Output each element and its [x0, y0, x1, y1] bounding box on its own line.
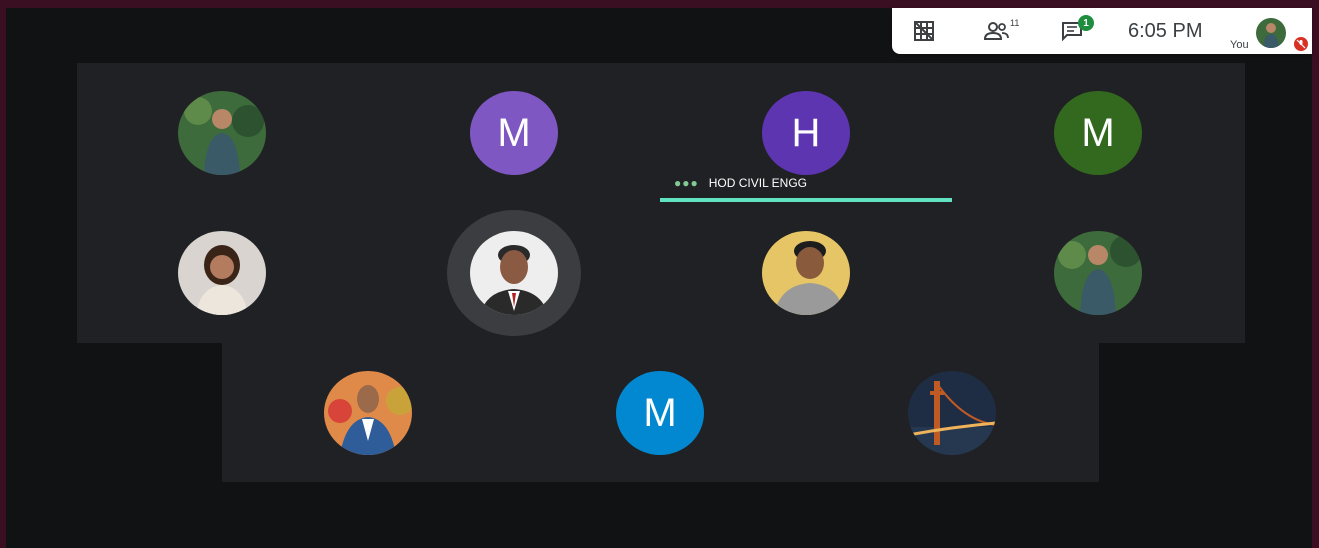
participant-avatar-photo[interactable]	[1054, 231, 1142, 315]
self-mic-status	[1294, 37, 1308, 51]
meeting-clock: 6:05 PM	[1128, 8, 1202, 54]
speaker-name-label: ●●● HOD CIVIL ENGG	[674, 176, 807, 190]
participant-avatar-letter[interactable]: M	[470, 91, 558, 175]
more-options-icon[interactable]: ●●●	[674, 176, 699, 190]
avatar-initial: M	[497, 110, 531, 155]
speaking-indicator-bar	[660, 198, 952, 202]
participant-avatar-photo[interactable]	[470, 231, 558, 315]
self-label: You	[1230, 39, 1249, 51]
self-avatar[interactable]	[1256, 18, 1286, 48]
participant-avatar-letter[interactable]: M	[616, 371, 704, 455]
grid-layout-button[interactable]	[912, 8, 936, 54]
participant-photo	[178, 91, 266, 175]
participant-avatar-photo[interactable]	[908, 371, 996, 455]
people-icon	[984, 22, 1009, 40]
avatar-initial: H	[791, 110, 821, 155]
participant-avatar-letter[interactable]: M	[1054, 91, 1142, 175]
speaker-name: HOD CIVIL ENGG	[708, 176, 807, 190]
meeting-top-bar: 11 1 6:05 PM You	[892, 8, 1312, 54]
participant-count: 11	[1010, 18, 1020, 28]
chat-unread-badge: 1	[1078, 15, 1094, 31]
participant-avatar-photo[interactable]	[178, 91, 266, 175]
participants-button[interactable]: 11	[984, 8, 1019, 54]
self-photo	[1256, 18, 1286, 48]
participant-avatar-photo[interactable]	[762, 231, 850, 315]
participant-photo	[324, 371, 412, 455]
participant-photo	[1054, 231, 1142, 315]
participant-avatar-letter[interactable]: H	[762, 91, 850, 175]
participant-photo	[178, 231, 266, 315]
mic-off-icon	[1296, 39, 1306, 49]
participant-photo	[908, 371, 996, 455]
participant-photo	[762, 231, 850, 315]
avatar-initial: M	[643, 390, 677, 435]
grid-layout-icon	[914, 21, 934, 41]
participant-photo	[470, 231, 558, 315]
participant-avatar-photo[interactable]	[324, 371, 412, 455]
participant-avatar-photo[interactable]	[178, 231, 266, 315]
chat-button[interactable]: 1	[1060, 8, 1094, 54]
clock-time: 6:05 PM	[1128, 19, 1203, 42]
avatar-initial: M	[1081, 110, 1115, 155]
